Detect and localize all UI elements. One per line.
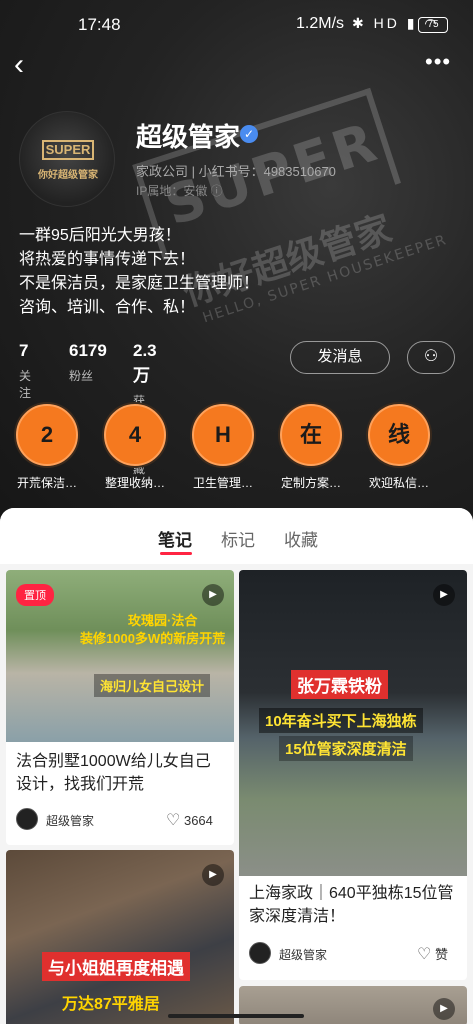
- back-icon[interactable]: ‹: [14, 50, 44, 84]
- ip-location: IP属地：安徽 ⓘ: [136, 184, 223, 198]
- profile-bio: 一群95后阳光大男孩！ 将热爱的事情传递下去！ 不是保洁员，是家庭卫生管理师！ …: [19, 224, 259, 320]
- avatar[interactable]: SUPER 你好超级管家: [19, 111, 115, 207]
- note-thumbnail: ▶ 张万霖铁粉 10年奋斗买下上海独栋 15位管家深度清洁: [239, 570, 467, 876]
- like-count[interactable]: ♡ 3664: [166, 810, 213, 830]
- note-card[interactable]: ▶ 张万霖铁粉 10年奋斗买下上海独栋 15位管家深度清洁 上海家政｜640平独…: [239, 570, 467, 980]
- tab-bar: 笔记 标记 收藏: [0, 508, 473, 564]
- tab-collected[interactable]: 收藏: [284, 526, 318, 551]
- note-card[interactable]: ▶: [239, 986, 467, 1024]
- stat-number: 6179: [69, 341, 107, 360]
- note-thumbnail: ▶: [239, 986, 467, 1024]
- status-speed: 1.2M/s: [296, 15, 345, 32]
- thumb-caption: 海归儿女自己设计: [94, 674, 211, 697]
- bio-line: 将热爱的事情传递下去！: [19, 251, 196, 268]
- note-title: 法合别墅1000W给儿女自己设计，找我们开荒: [16, 753, 211, 793]
- bio-line: 不是保洁员，是家庭卫生管理师！: [19, 275, 260, 292]
- battery-icon: 75: [418, 17, 448, 33]
- highlight-item[interactable]: 2 开荒保洁…: [12, 404, 82, 491]
- profile-meta: 家政公司 | 小红书号：4983510670: [136, 164, 336, 179]
- thumb-caption: 张万霖铁粉: [291, 670, 388, 699]
- highlight-label: 卫生管理…: [192, 476, 253, 490]
- stat-number: 7: [19, 341, 29, 360]
- bio-line: 咨询、培训、合作、私！: [19, 299, 196, 316]
- thumb-caption: 15位管家深度清洁: [279, 736, 413, 761]
- thumb-caption: 万达87平雅居: [62, 996, 160, 1013]
- author-avatar: [249, 942, 271, 964]
- highlight-circle: 在: [280, 404, 342, 466]
- author-avatar: [16, 808, 38, 830]
- stat-followers[interactable]: 6179 粉丝: [69, 341, 107, 384]
- status-bar: 17:48 1.2M/s ✱ HD ▮ ◠ 75: [0, 0, 473, 50]
- note-card[interactable]: ▶ 与小姐姐再度相遇 万达87平雅居: [6, 850, 234, 1024]
- tab-marked[interactable]: 标记: [221, 526, 255, 551]
- highlight-label: 开荒保洁…: [16, 476, 77, 490]
- notes-section: 笔记 标记 收藏 置顶 ▶ 玫瑰园·法合 装修1000多W的新房开荒 海归儿女自…: [0, 508, 473, 1024]
- like-number: 3664: [183, 813, 213, 828]
- author-name: 超级管家: [46, 814, 95, 828]
- tab-notes[interactable]: 笔记: [158, 526, 192, 551]
- highlight-circle: 4: [104, 404, 166, 466]
- like-number: 赞: [434, 947, 448, 962]
- note-author-row: 超级管家 ♡ 3664: [16, 808, 228, 832]
- play-icon: ▶: [202, 864, 224, 886]
- stat-number: 2.3 万: [133, 341, 157, 385]
- profile-header: SUPER 你好超级管家 HELLO, SUPER HOUSEKEEPER 17…: [0, 0, 473, 530]
- thumb-caption: 10年奋斗买下上海独栋: [259, 708, 423, 733]
- active-tab-indicator: [160, 552, 192, 555]
- message-button[interactable]: 发消息: [290, 341, 390, 374]
- play-icon: ▶: [433, 584, 455, 606]
- pinned-badge: 置顶: [16, 584, 54, 606]
- play-icon: ▶: [202, 584, 224, 606]
- heart-icon: ♡: [166, 812, 181, 829]
- note-title: 上海家政｜640平独栋15位管家深度清洁！: [249, 885, 454, 925]
- verified-icon: ✓: [240, 125, 258, 143]
- highlight-label: 整理收纳…: [104, 476, 165, 490]
- stat-following[interactable]: 7 关注: [19, 341, 31, 401]
- note-thumbnail: 置顶 ▶ 玫瑰园·法合 装修1000多W的新房开荒 海归儿女自己设计: [6, 570, 234, 742]
- note-card[interactable]: 置顶 ▶ 玫瑰园·法合 装修1000多W的新房开荒 海归儿女自己设计 法合别墅1…: [6, 570, 234, 845]
- avatar-logo: SUPER: [42, 140, 94, 160]
- highlight-circle: H: [192, 404, 254, 466]
- highlight-label: 定制方案…: [280, 476, 341, 490]
- highlight-circle: 线: [368, 404, 430, 466]
- note-thumbnail: ▶ 与小姐姐再度相遇 万达87平雅居: [6, 850, 234, 1024]
- thumb-caption: 装修1000多W的新房开荒: [80, 631, 226, 646]
- bio-line: 一群95后阳光大男孩！: [19, 227, 181, 244]
- follow-user-icon[interactable]: ⚇: [407, 341, 455, 374]
- stat-label: 关注: [19, 369, 32, 400]
- home-indicator[interactable]: [168, 1014, 304, 1018]
- like-count[interactable]: ♡ 赞: [417, 944, 448, 964]
- thumb-caption: 与小姐姐再度相遇: [42, 952, 190, 981]
- status-time: 17:48: [78, 15, 121, 34]
- more-options-icon[interactable]: •••: [425, 50, 455, 80]
- profile-name: 超级管家: [136, 122, 241, 152]
- play-icon: ▶: [433, 998, 455, 1020]
- highlight-item[interactable]: 4 整理收纳…: [100, 404, 170, 491]
- note-author-row: 超级管家 ♡ 赞: [249, 942, 461, 966]
- heart-icon: ♡: [417, 946, 432, 963]
- author-name: 超级管家: [279, 948, 328, 962]
- highlight-item[interactable]: H 卫生管理…: [188, 404, 258, 491]
- stat-label: 粉丝: [69, 369, 94, 383]
- highlight-item[interactable]: 线 欢迎私信…: [364, 404, 434, 491]
- highlight-item[interactable]: 在 定制方案…: [276, 404, 346, 491]
- avatar-logo-sub: 你好超级管家: [38, 170, 98, 181]
- highlight-label: 欢迎私信…: [368, 476, 429, 490]
- highlight-circle: 2: [16, 404, 78, 466]
